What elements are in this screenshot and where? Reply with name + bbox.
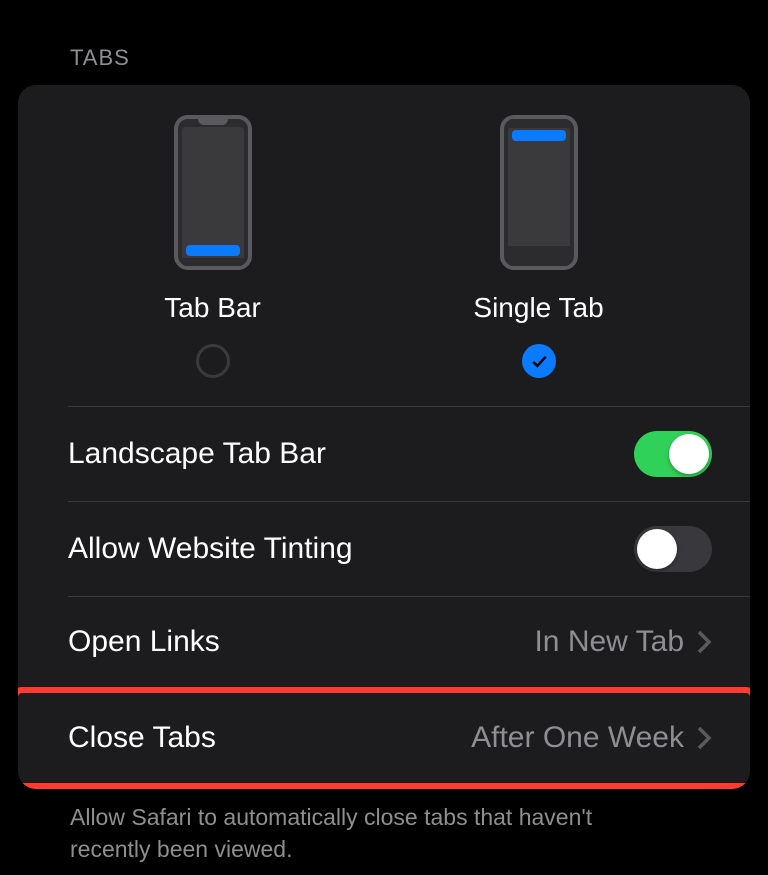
- row-allow-website-tinting[interactable]: Allow Website Tinting: [18, 502, 750, 596]
- checkmark-icon: [529, 351, 549, 371]
- value-open-links-text: In New Tab: [534, 625, 684, 659]
- section-header-tabs: TABS: [18, 0, 750, 85]
- radio-single-tab[interactable]: [522, 344, 556, 378]
- toggle-landscape-tab-bar[interactable]: [634, 431, 712, 477]
- toggle-website-tinting[interactable]: [634, 526, 712, 572]
- radio-tab-bar[interactable]: [196, 344, 230, 378]
- label-website-tinting: Allow Website Tinting: [68, 532, 353, 566]
- label-landscape-tab-bar: Landscape Tab Bar: [68, 437, 326, 471]
- layout-label-single-tab: Single Tab: [473, 292, 603, 324]
- tabs-settings-panel: Tab Bar Single Tab Landscape Tab Ba: [18, 85, 750, 789]
- row-open-links[interactable]: Open Links In New Tab: [18, 597, 750, 687]
- value-close-tabs-text: After One Week: [471, 721, 684, 755]
- layout-label-tab-bar: Tab Bar: [164, 292, 261, 324]
- tab-layout-picker: Tab Bar Single Tab: [18, 85, 750, 406]
- chevron-right-icon: [696, 725, 712, 751]
- phone-preview-tab-bar-icon: [174, 115, 252, 270]
- toggle-knob: [669, 434, 709, 474]
- row-landscape-tab-bar[interactable]: Landscape Tab Bar: [18, 407, 750, 501]
- chevron-right-icon: [696, 629, 712, 655]
- toggle-knob: [637, 529, 677, 569]
- phone-preview-single-tab-icon: [500, 115, 578, 270]
- layout-option-single-tab[interactable]: Single Tab: [473, 115, 603, 378]
- row-close-tabs[interactable]: Close Tabs After One Week: [18, 693, 750, 783]
- layout-option-tab-bar[interactable]: Tab Bar: [164, 115, 261, 378]
- highlight-close-tabs: Close Tabs After One Week: [18, 687, 750, 789]
- footer-description: Allow Safari to automatically close tabs…: [18, 789, 658, 865]
- value-open-links: In New Tab: [534, 625, 712, 659]
- value-close-tabs: After One Week: [471, 721, 712, 755]
- label-open-links: Open Links: [68, 625, 220, 659]
- label-close-tabs: Close Tabs: [68, 721, 216, 755]
